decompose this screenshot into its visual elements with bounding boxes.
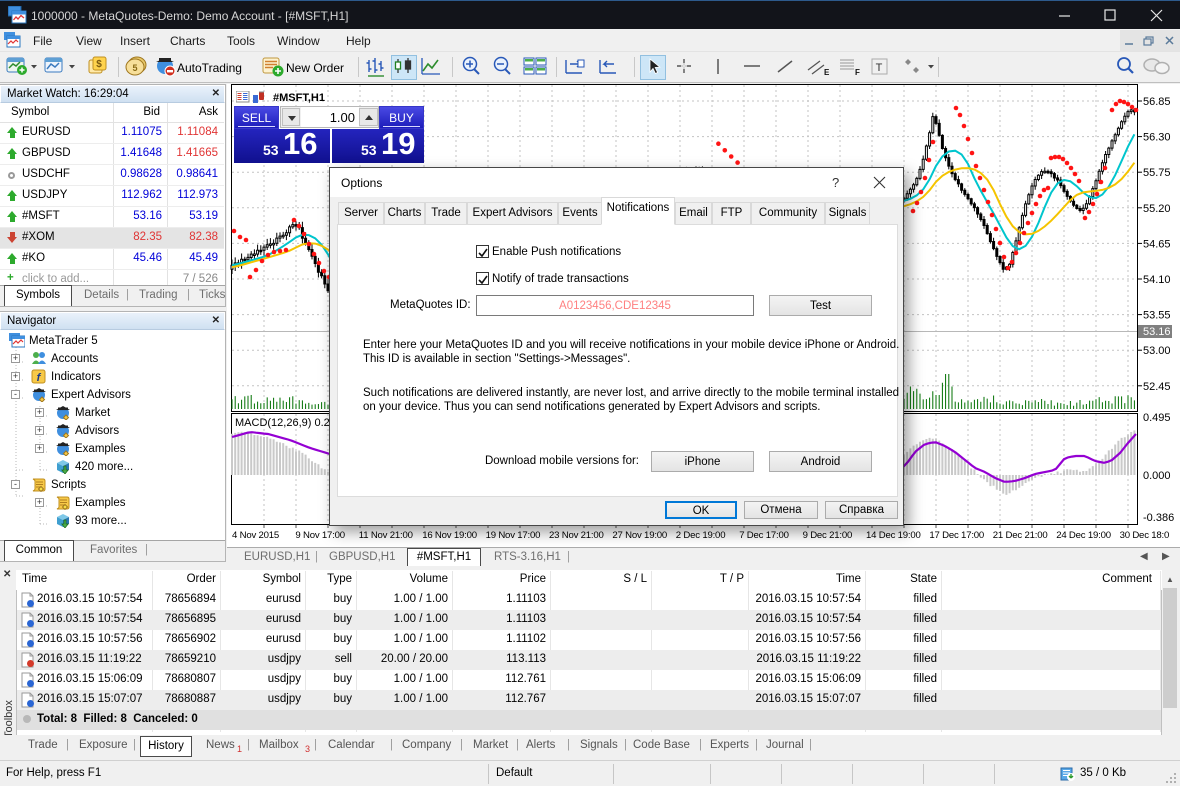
svg-text:14 Dec 19:00: 14 Dec 19:00: [866, 530, 921, 541]
svg-text:7 Dec 17:00: 7 Dec 17:00: [739, 530, 789, 541]
svg-text:E: E: [824, 68, 830, 77]
svg-text:-0.386: -0.386: [1143, 512, 1174, 524]
svg-text:MACD(12,26,9) 0.294: MACD(12,26,9) 0.294: [235, 417, 342, 429]
svg-text:T: T: [876, 62, 883, 74]
svg-text:9 Nov 17:00: 9 Nov 17:00: [295, 530, 345, 541]
svg-text:F: F: [855, 68, 860, 77]
svg-text:52.45: 52.45: [1143, 381, 1171, 393]
svg-text:4 Nov 2015: 4 Nov 2015: [232, 530, 279, 541]
svg-text:17 Dec 17:00: 17 Dec 17:00: [929, 530, 984, 541]
svg-text:30 Dec 18:0: 30 Dec 18:0: [1120, 530, 1170, 541]
svg-text:9 Dec 21:00: 9 Dec 21:00: [803, 530, 853, 541]
svg-text:54.65: 54.65: [1143, 238, 1171, 250]
svg-text:54.10: 54.10: [1143, 274, 1171, 286]
svg-text:53.55: 53.55: [1143, 310, 1171, 322]
svg-text:11 Nov 21:00: 11 Nov 21:00: [359, 530, 413, 541]
svg-text:2 Dec 19:00: 2 Dec 19:00: [676, 530, 726, 541]
svg-text:53.16: 53.16: [1143, 326, 1171, 338]
svg-text:23 Nov 21:00: 23 Nov 21:00: [549, 530, 604, 541]
svg-text:27 Nov 19:00: 27 Nov 19:00: [612, 530, 667, 541]
svg-text:0.495: 0.495: [1143, 412, 1171, 424]
svg-text:55.75: 55.75: [1143, 167, 1171, 179]
svg-text:0.000: 0.000: [1143, 470, 1171, 482]
svg-text:53.00: 53.00: [1143, 345, 1171, 357]
svg-text:56.30: 56.30: [1143, 132, 1171, 144]
svg-text:5: 5: [132, 63, 137, 73]
svg-text:$: $: [96, 59, 102, 70]
svg-text:56.85: 56.85: [1143, 96, 1171, 108]
svg-text:24 Dec 19:00: 24 Dec 19:00: [1056, 530, 1111, 541]
svg-text:21 Dec 21:00: 21 Dec 21:00: [993, 530, 1048, 541]
svg-text:19 Nov 17:00: 19 Nov 17:00: [486, 530, 541, 541]
svg-text:16 Nov 19:00: 16 Nov 19:00: [422, 530, 477, 541]
svg-text:55.20: 55.20: [1143, 203, 1171, 215]
